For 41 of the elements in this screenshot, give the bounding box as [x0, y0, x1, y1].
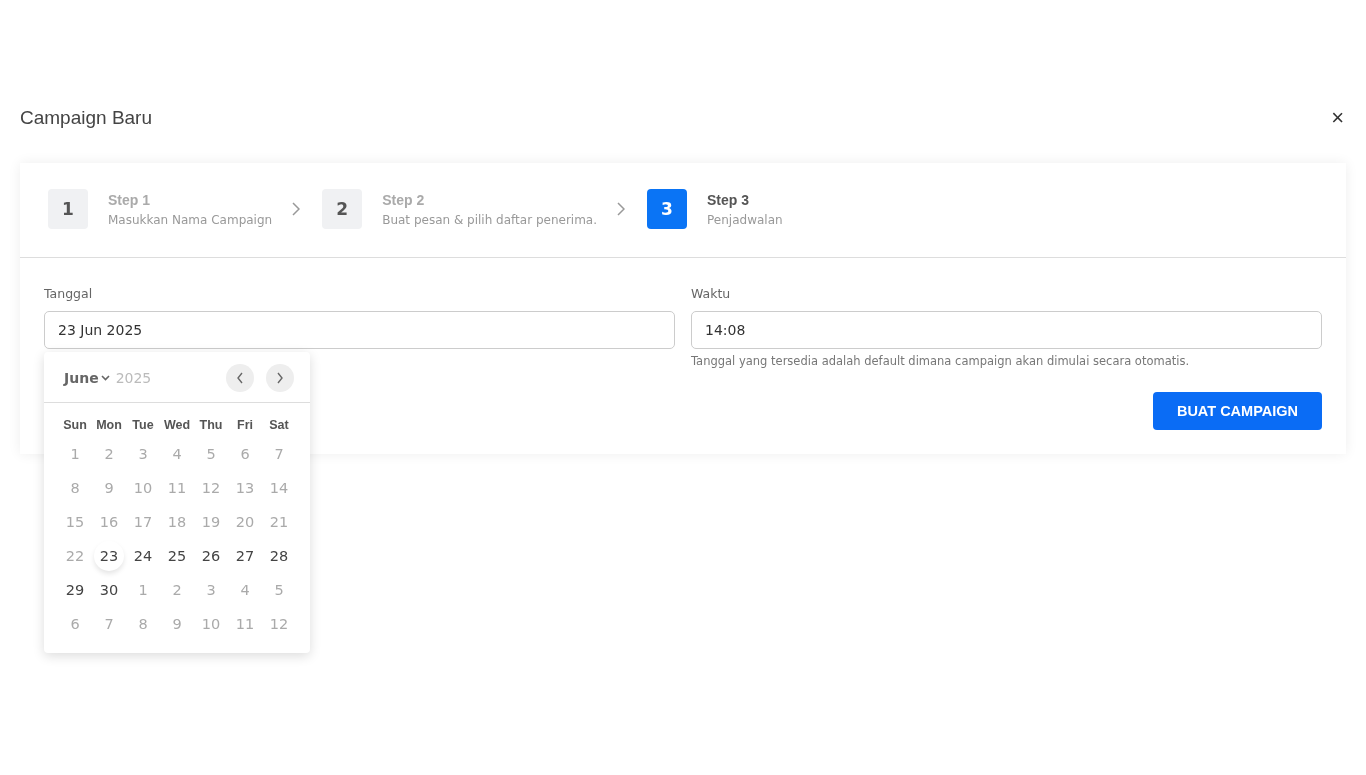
calendar-day[interactable]: 23: [92, 539, 126, 573]
date-label: Tanggal: [44, 286, 94, 301]
next-month-button[interactable]: [266, 364, 294, 392]
step-subtitle: Buat pesan & pilih daftar penerima.: [382, 212, 598, 227]
time-label: Waktu: [691, 286, 732, 301]
calendar-day[interactable]: 25: [160, 539, 194, 573]
calendar-day[interactable]: 30: [92, 573, 126, 607]
dialog-title: Campaign Baru: [20, 107, 153, 129]
previous-month-button[interactable]: [226, 364, 254, 392]
chevron-right-icon: [617, 202, 626, 216]
date-field[interactable]: 23 Jun 2025: [44, 311, 675, 349]
calendar-day[interactable]: 27: [228, 539, 262, 573]
step-number[interactable]: 1: [48, 189, 88, 229]
caret-icon: [100, 375, 110, 381]
chevron-right-icon: [292, 202, 301, 216]
calendar-day[interactable]: 29: [58, 573, 92, 607]
step-title: Step 2: [382, 191, 426, 208]
create-campaign-button[interactable]: BUAT CAMPAIGN: [1152, 392, 1322, 430]
weekday-label: Thu: [198, 417, 224, 434]
weekday-label: Fri: [236, 417, 254, 434]
step-title: Step 1: [108, 191, 151, 208]
year-text: 2025: [115, 370, 152, 386]
chevron-right-icon: [276, 372, 284, 384]
weekday-label: Tue: [131, 417, 155, 434]
time-field[interactable]: 14:08: [691, 311, 1322, 349]
step-number[interactable]: 2: [322, 189, 363, 229]
calendar-day[interactable]: 26: [194, 539, 228, 573]
close-button[interactable]: ×: [1327, 105, 1348, 131]
chevron-left-icon: [236, 372, 244, 384]
weekday-label: Sun: [62, 417, 88, 434]
weekday-label: Mon: [95, 417, 123, 434]
step-title: Step 3: [707, 191, 751, 208]
step-number[interactable]: 3: [647, 189, 688, 229]
weekday-label: Wed: [162, 417, 192, 434]
step-subtitle: Penjadwalan: [707, 212, 783, 227]
hint-text: Tanggal yang tersedia adalah default dimana campaign akan dimulai secara otomatis.: [691, 354, 1191, 368]
weekday-label: Sat: [268, 417, 290, 434]
calendar-day[interactable]: 28: [262, 539, 296, 573]
month-dropdown[interactable]: June: [64, 370, 110, 386]
step-subtitle: Masukkan Nama Campaign: [108, 212, 273, 227]
calendar-day[interactable]: 24: [126, 539, 160, 573]
